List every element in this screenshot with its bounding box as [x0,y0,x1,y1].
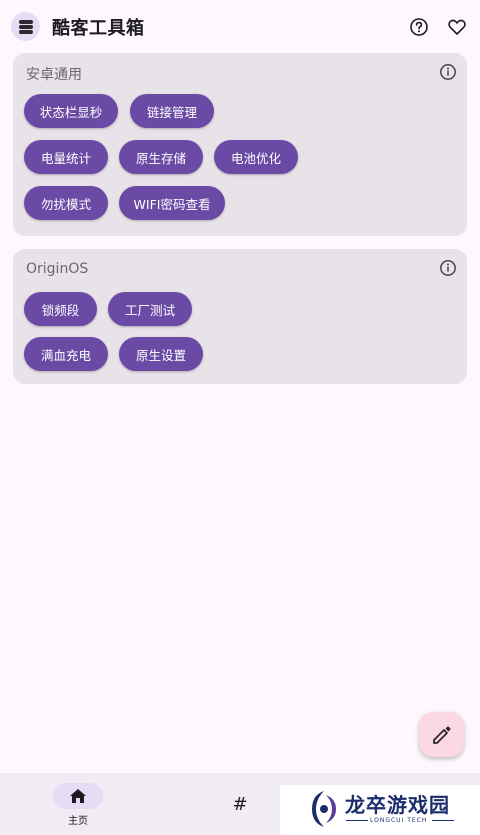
chip-do-not-disturb[interactable]: 勿扰模式 [24,186,108,220]
nav-label-home: 主页 [68,816,88,827]
chip-battery-optimization[interactable]: 电池优化 [214,140,298,174]
edit-fab[interactable] [419,712,464,757]
nav-item-hash[interactable]: # [226,791,254,817]
chip-link-manager[interactable]: 链接管理 [130,94,214,128]
chip-battery-stats[interactable]: 电量统计 [24,140,108,174]
chip-native-settings[interactable]: 原生设置 [119,337,203,371]
layers-icon [11,12,40,41]
chip-status-bar-seconds[interactable]: 状态栏显秒 [24,94,118,128]
app-bar: 酷客工具箱 [0,0,480,54]
chip-band-lock[interactable]: 锁频段 [24,292,97,326]
section-card-originos: OriginOS 锁频段 工厂测试 满血充电 原生设置 [13,249,467,384]
help-button[interactable] [406,14,432,40]
info-icon[interactable] [439,63,457,81]
section-title: OriginOS [26,261,89,277]
chip-full-charge[interactable]: 满血充电 [24,337,108,371]
watermark-divider [432,820,454,821]
heart-icon [448,19,466,35]
chip-factory-test[interactable]: 工厂测试 [108,292,192,326]
app-title: 酷客工具箱 [52,18,145,39]
info-icon[interactable] [439,259,457,277]
watermark-text: 龙卒游戏园 [345,793,450,817]
nav-item-home[interactable]: 主页 [52,783,104,833]
watermark: 龙卒游戏园 LONGCUI TECH [280,785,480,835]
nav-indicator [53,783,103,809]
watermark-divider [346,820,368,821]
section-card-android: 安卓通用 状态栏显秒 链接管理 电量统计 原生存储 电池优化 勿扰模式 WIFI… [13,53,467,236]
edit-pencil-icon [432,726,450,744]
chip-wifi-password[interactable]: WIFI密码查看 [119,186,225,220]
chip-native-storage[interactable]: 原生存储 [119,140,203,174]
favorite-button[interactable] [444,14,470,40]
hash-icon: # [232,793,248,815]
help-icon [410,18,428,36]
watermark-subtext: LONGCUI TECH [370,817,428,824]
home-icon [70,789,86,803]
section-title: 安卓通用 [26,67,82,83]
watermark-logo-icon [312,791,336,827]
